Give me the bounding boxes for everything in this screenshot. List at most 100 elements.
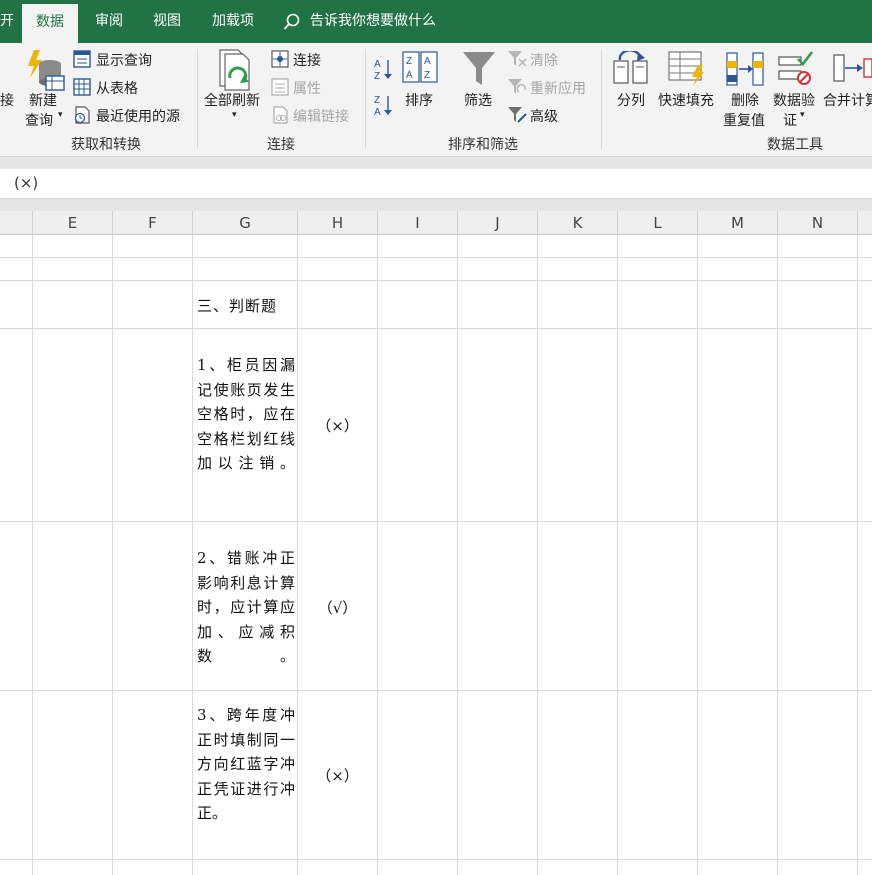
consolidate-button[interactable]: 合并计算 (823, 90, 872, 110)
column-header-i[interactable]: I (378, 211, 458, 235)
consolidate-icon (833, 54, 872, 82)
section-title-cell[interactable]: 三、判断题 (197, 295, 277, 316)
tab-addins[interactable]: 加载项 (200, 6, 266, 37)
grid-line (192, 235, 193, 875)
column-header-row: E F G H I J K L M N (0, 211, 872, 235)
tab-view[interactable]: 视图 (142, 6, 192, 37)
flash-fill-button[interactable]: 快速填充 (658, 90, 714, 110)
edit-links-icon (273, 106, 288, 124)
data-validation-dropdown-icon[interactable]: ▾ (800, 110, 805, 120)
column-header-partial[interactable] (0, 211, 33, 235)
data-validation-icon (778, 51, 814, 85)
grid-line (32, 235, 33, 875)
edit-links-button[interactable]: 编辑链接 (293, 106, 349, 126)
column-header-e[interactable]: E (33, 211, 113, 235)
tab-partial[interactable]: 开 (0, 6, 14, 37)
grid-line (0, 859, 872, 860)
question-cell-1[interactable]: 1、柜员因漏记使账页发生空格时，应在空格栏划红线加以注销。 (197, 353, 295, 476)
show-queries-button[interactable]: 显示查询 (96, 50, 152, 70)
refresh-all-dropdown-icon[interactable]: ▾ (232, 110, 237, 120)
sort-button[interactable]: 排序 (405, 90, 433, 110)
lightbulb-search-icon (283, 13, 300, 30)
data-validation-label-2[interactable]: 证 (783, 110, 797, 130)
svg-text:Z: Z (424, 70, 430, 81)
svg-text:A: A (424, 56, 431, 67)
group-label-sort-filter: 排序和筛选 (448, 137, 518, 153)
grid-line (857, 235, 858, 875)
partial-button-label[interactable]: 接 (0, 90, 14, 110)
question-cell-2[interactable]: 2、错账冲正影响利息计算时，应计算应加、应减积数。 (197, 546, 295, 669)
sort-ascending-icon: A Z (374, 59, 392, 81)
ribbon-spacer (0, 157, 872, 169)
answer-cell-1[interactable]: （×） (298, 415, 377, 436)
advanced-filter-icon (508, 107, 527, 123)
data-validation-label-1[interactable]: 数据验 (773, 90, 815, 110)
grid-line (0, 257, 872, 258)
column-header-f[interactable]: F (113, 211, 193, 235)
worksheet-grid[interactable]: 三、判断题 1、柜员因漏记使账页发生空格时，应在空格栏划红线加以注销。 （×） … (0, 235, 872, 875)
svg-text:Z: Z (374, 71, 380, 81)
properties-icon (271, 78, 289, 96)
grid-line (0, 328, 872, 329)
group-label-connections: 连接 (267, 137, 295, 153)
flash-fill-icon (668, 51, 704, 86)
ribbon-tab-bar: 开 数据 审阅 视图 加载项 告诉我你想要做什么 (0, 0, 872, 43)
sort-dialog-icon: Z A A Z (402, 51, 438, 83)
properties-button[interactable]: 属性 (293, 78, 321, 98)
ribbon-data: 接 新建 查询 ▾ 显示查询 从表格 最近使用的源 获取和转换 全部刷新 ▾ 连… (0, 43, 872, 157)
grid-line (537, 235, 538, 875)
grid-line (112, 235, 113, 875)
text-to-columns-button[interactable]: 分列 (617, 90, 645, 110)
remove-duplicates-label-2[interactable]: 重复值 (723, 110, 765, 130)
reapply-button[interactable]: 重新应用 (530, 78, 586, 98)
column-header-l[interactable]: L (618, 211, 698, 235)
connections-icon (271, 50, 289, 68)
column-header-j[interactable]: J (458, 211, 538, 235)
filter-funnel-icon (463, 52, 495, 85)
column-header-k[interactable]: K (538, 211, 618, 235)
grid-line (777, 235, 778, 875)
group-separator (601, 49, 602, 149)
text-to-columns-icon (613, 51, 648, 84)
remove-duplicates-label-1[interactable]: 删除 (731, 90, 759, 110)
group-label-data-tools: 数据工具 (767, 137, 823, 153)
reapply-icon (508, 79, 526, 94)
formula-bar[interactable]: (×) (0, 169, 872, 199)
formula-spacer (0, 199, 872, 211)
column-header-g[interactable]: G (193, 211, 298, 235)
new-query-dropdown-icon[interactable]: ▾ (58, 110, 63, 120)
answer-cell-2[interactable]: （√） (298, 597, 377, 618)
grid-line (0, 690, 872, 691)
tab-review[interactable]: 审阅 (84, 6, 134, 37)
column-header-m[interactable]: M (698, 211, 778, 235)
new-query-label-2[interactable]: 查询 (25, 110, 53, 130)
connections-button[interactable]: 连接 (293, 50, 321, 70)
question-cell-3[interactable]: 3、跨年度冲正时填制同一方向红蓝字冲正凭证进行冲正。 (197, 703, 295, 826)
svg-text:A: A (406, 70, 413, 81)
refresh-all-button[interactable]: 全部刷新 (204, 90, 260, 110)
column-header-h[interactable]: H (298, 211, 378, 235)
grid-line (697, 235, 698, 875)
advanced-button[interactable]: 高级 (530, 106, 558, 126)
svg-text:Z: Z (374, 95, 380, 106)
formula-content[interactable]: (×) (14, 174, 38, 192)
show-queries-icon (73, 50, 91, 68)
clear-button[interactable]: 清除 (530, 50, 558, 70)
answer-cell-3[interactable]: （×） (298, 765, 377, 786)
from-table-button[interactable]: 从表格 (96, 78, 138, 98)
tab-data[interactable]: 数据 (22, 4, 78, 43)
new-query-icon (28, 50, 65, 91)
remove-duplicates-icon (726, 52, 764, 86)
recent-sources-icon (74, 106, 90, 124)
column-header-n[interactable]: N (778, 211, 858, 235)
from-table-icon (73, 78, 91, 96)
column-header-partial-right[interactable] (858, 211, 872, 235)
grid-line (377, 235, 378, 875)
group-label-get-transform: 获取和转换 (71, 137, 141, 153)
new-query-label-1[interactable]: 新建 (29, 90, 57, 110)
svg-text:Z: Z (406, 56, 412, 67)
filter-button[interactable]: 筛选 (464, 90, 492, 110)
grid-line (0, 280, 872, 281)
sort-descending-icon: Z A (374, 95, 392, 117)
recent-sources-button[interactable]: 最近使用的源 (96, 106, 180, 126)
